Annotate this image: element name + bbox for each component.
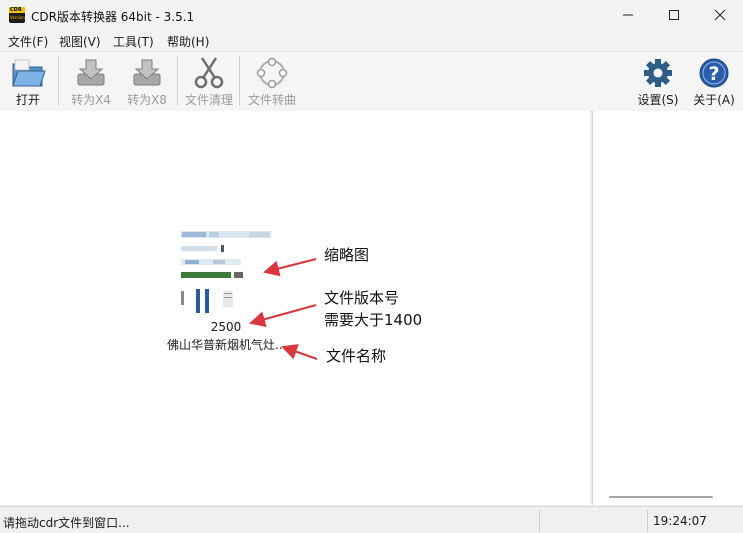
status-bar: 请拖动cdr文件到窗口... 19:24:07 [0,506,743,533]
annotation-thumbnail: 缩略图 [324,246,370,264]
status-divider [539,510,540,532]
status-message: 请拖动cdr文件到窗口... [3,516,130,530]
annotation-arrows [249,258,318,360]
status-time: 19:24:07 [653,514,707,528]
arrow-to-version [249,304,317,327]
annotation-file-name: 文件名称 [326,347,387,365]
arrow-to-thumbnail [263,258,317,277]
annotation-version-line2: 需要大于1400 [324,311,423,329]
annotation-version-line1: 文件版本号 [324,289,400,307]
status-divider [647,510,648,532]
arrow-to-filename [281,344,318,360]
